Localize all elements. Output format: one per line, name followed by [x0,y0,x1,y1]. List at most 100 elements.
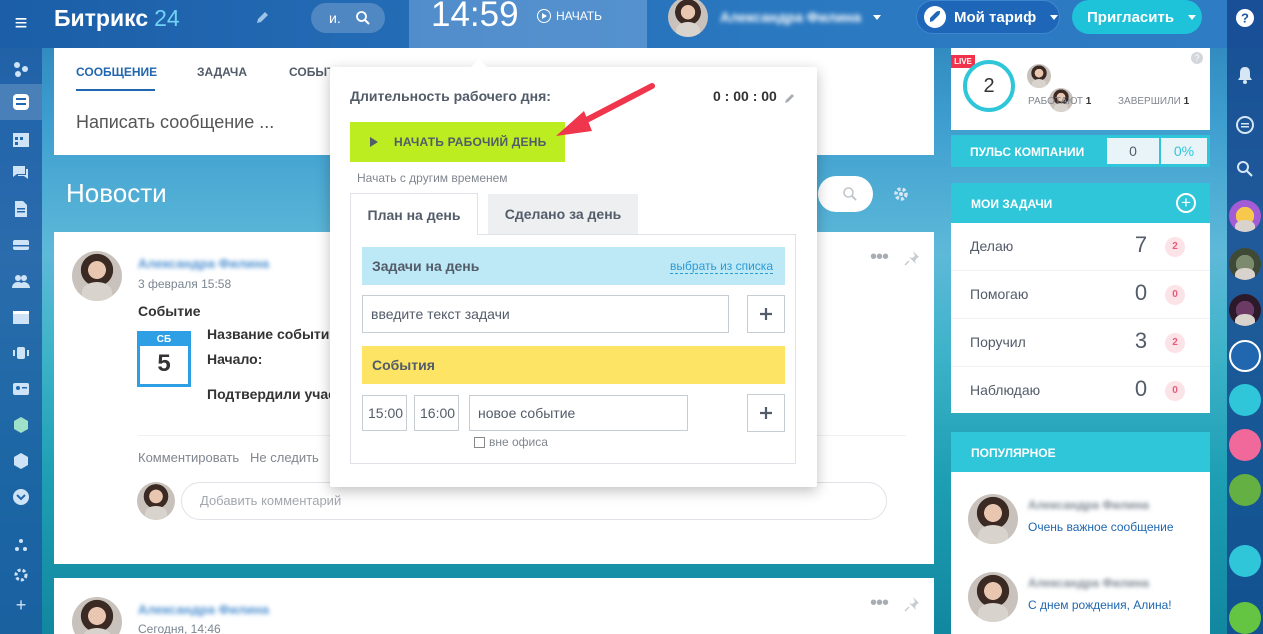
add-event-button[interactable] [747,394,785,432]
message-input[interactable]: Написать сообщение ... [76,112,274,133]
add-task-button[interactable] [747,295,785,333]
feed-post: Александра Филина Сегодня, 14:46 ••• [54,578,934,634]
help-icon[interactable]: ? [1191,52,1203,64]
help-icon[interactable]: ? [1234,7,1256,29]
rocket-icon [924,6,946,28]
chat-icon[interactable] [1234,114,1256,136]
top-bar: ≡ Битрикс 24 и. 14:59 НАЧАТЬ Александра Ф… [0,0,1263,48]
sitemap-icon[interactable] [10,534,32,556]
outside-office-checkbox[interactable]: вне офиса [474,435,548,449]
box-icon[interactable] [10,450,32,472]
left-sidebar: + [0,48,42,634]
live-counter[interactable]: 2 [963,60,1015,112]
plus-icon[interactable]: + [10,594,32,616]
pin-icon[interactable] [904,596,920,612]
task-row-doing[interactable]: Делаю 7 2 [951,223,1210,271]
bell-icon[interactable] [1234,64,1256,86]
calendar-day: 5 [157,350,171,377]
post-date[interactable]: 3 февраля 15:58 [138,277,231,291]
popular-item[interactable]: Александра Филина С днем рождения, Алина! [951,572,1210,632]
tab-day-plan[interactable]: План на день [350,193,478,235]
start-workday-button[interactable]: НАЧАТЬ РАБОЧИЙ ДЕНЬ [350,122,565,162]
post-author[interactable]: Александра Филина [138,602,269,617]
drive-icon[interactable] [10,234,32,256]
tab-day-done[interactable]: Сделано за день [488,194,638,234]
logo-text: Битрикс [54,5,149,31]
group-chat-icon[interactable] [1229,474,1261,506]
unfollow-link[interactable]: Не следить [250,450,319,465]
contact-card-icon[interactable] [10,378,32,400]
active-tab-underline [76,89,155,91]
pin-icon[interactable] [904,250,920,266]
phone-icon[interactable] [1229,602,1261,634]
task-row-helping[interactable]: Помогаю 0 0 [951,271,1210,319]
tab-event[interactable]: СОБЫТ [289,65,334,79]
avatar[interactable] [72,597,122,634]
contact-avatar[interactable] [1229,294,1261,326]
popular-item[interactable]: Александра Филина Очень важное сообщение [951,494,1210,554]
box-icon[interactable] [10,414,32,436]
sidebar-feed-icon[interactable] [10,91,32,113]
avatar[interactable] [72,251,122,301]
comment-link[interactable]: Комментировать [138,450,239,465]
tariff-label: Мой тариф [954,8,1037,26]
group-chat-icon[interactable] [1229,340,1261,372]
users-icon[interactable] [10,270,32,292]
document-icon[interactable] [10,198,32,220]
more-icon[interactable]: ••• [870,246,889,269]
avatar[interactable] [1027,64,1051,88]
phone-book-icon[interactable] [1229,545,1261,577]
menu-icon[interactable]: ≡ [8,10,34,36]
post-date[interactable]: Сегодня, 14:46 [138,622,221,634]
pencil-icon[interactable] [783,91,797,105]
event-time-from[interactable]: 15:00 [362,395,407,431]
chat-icon[interactable] [10,162,32,184]
pulse-percent: 0% [1161,138,1207,164]
comment-input[interactable]: Добавить комментарий [181,482,887,520]
news-search-input[interactable] [818,176,873,212]
logo[interactable]: Битрикс 24 [54,5,180,31]
invite-button[interactable]: Пригласить [1072,0,1202,34]
tab-task[interactable]: ЗАДАЧА [197,65,247,79]
chevron-down-icon [1188,14,1197,20]
gear-icon[interactable] [10,564,32,586]
broadcast-icon[interactable] [10,342,32,364]
group-chat-icon[interactable] [1229,429,1261,461]
contact-avatar[interactable] [1229,248,1261,280]
start-other-time-link[interactable]: Начать с другим временем [357,171,508,185]
right-sidebar: ? [1227,0,1263,634]
clock-start-button[interactable]: НАЧАТЬ [537,8,602,24]
task-row-assigned[interactable]: Поручил 3 2 [951,319,1210,367]
window-icon[interactable] [10,306,32,328]
user-menu[interactable]: Александра Филина [668,0,882,37]
gear-icon[interactable] [892,185,910,203]
event-time-to[interactable]: 16:00 [414,395,459,431]
company-pulse-widget[interactable]: ПУЛЬС КОМПАНИИ 0 0% [951,135,1210,167]
post-author[interactable]: Александра Филина [138,256,269,271]
group-chat-icon[interactable] [1229,384,1261,416]
popular-widget: ПОПУЛЯРНОЕ Александра Филина Очень важное… [951,432,1210,634]
tasks-header: Задачи на день выбрать из списка [362,247,785,285]
pencil-icon[interactable] [254,10,270,26]
chevron-down-icon[interactable] [10,486,32,508]
add-task-icon[interactable]: + [1176,193,1196,213]
logo-number: 24 [154,5,180,31]
red-arrow-annotation [556,83,655,136]
more-icon[interactable]: ••• [870,592,889,615]
choose-from-list-link[interactable]: выбрать из списка [670,260,773,274]
contact-avatar[interactable] [1229,200,1261,232]
calendar-icon[interactable] [10,128,32,150]
event-input[interactable]: новое событие [469,395,688,431]
sidebar-activity-icon[interactable] [10,58,32,80]
task-row-watching[interactable]: Наблюдаю 0 0 [951,367,1210,415]
clock-panel[interactable]: 14:59 НАЧАТЬ [409,0,647,48]
event-start-label: Начало: [207,351,263,367]
tab-message[interactable]: СООБЩЕНИЕ [76,65,157,79]
tariff-button[interactable]: Мой тариф [916,0,1060,34]
task-input[interactable]: введите текст задачи [362,295,729,333]
workday-duration-label: Длительность рабочего дня: [350,88,551,104]
task-row-badge: 2 [1165,237,1185,257]
search-icon[interactable] [1234,158,1256,180]
plus-icon [760,308,772,320]
search-box[interactable]: и. [311,3,385,33]
